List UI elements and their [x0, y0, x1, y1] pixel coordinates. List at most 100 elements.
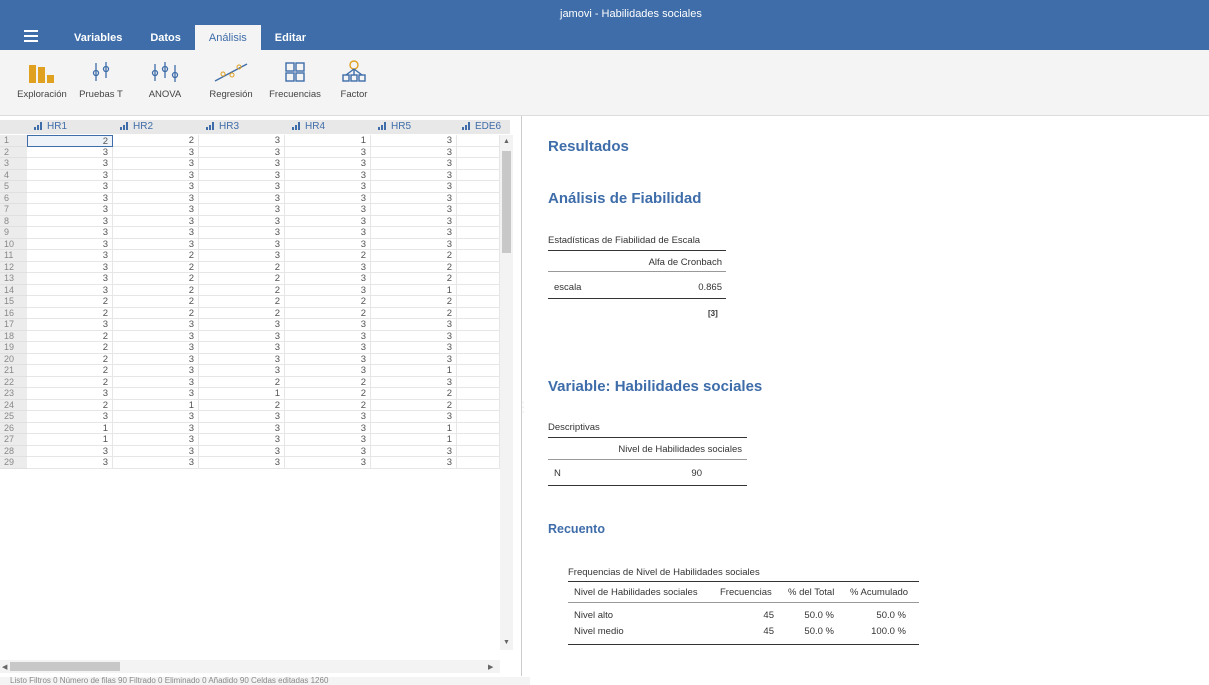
row-number[interactable]: 2 — [0, 146, 27, 158]
table-cell[interactable]: 3 — [27, 457, 113, 469]
table-cell[interactable]: 2 — [285, 307, 371, 319]
table-cell[interactable]: 3 — [113, 434, 199, 446]
hamburger-menu-icon[interactable] — [24, 30, 38, 42]
table-cell[interactable]: 3 — [113, 169, 199, 181]
table-cell[interactable] — [457, 422, 500, 434]
column-header-hr4[interactable]: HR4 — [292, 120, 325, 134]
table-cell[interactable]: 3 — [371, 135, 457, 147]
table-cell[interactable]: 3 — [285, 261, 371, 273]
row-number[interactable]: 18 — [0, 330, 27, 342]
table-cell[interactable]: 3 — [27, 273, 113, 285]
row-number[interactable]: 26 — [0, 422, 27, 434]
table-cell[interactable]: 3 — [371, 215, 457, 227]
table-cell[interactable]: 3 — [371, 376, 457, 388]
table-cell[interactable]: 3 — [199, 192, 285, 204]
table-cell[interactable]: 2 — [199, 261, 285, 273]
row-number[interactable]: 14 — [0, 284, 27, 296]
table-cell[interactable]: 2 — [113, 284, 199, 296]
table-cell[interactable]: 3 — [371, 192, 457, 204]
table-cell[interactable]: 3 — [199, 330, 285, 342]
scroll-left-icon[interactable]: ◀ — [2, 663, 7, 671]
reference-note[interactable]: [3] — [708, 309, 718, 318]
table-cell[interactable]: 3 — [27, 204, 113, 216]
table-cell[interactable] — [457, 284, 500, 296]
table-cell[interactable]: 3 — [113, 192, 199, 204]
table-cell[interactable]: 3 — [113, 204, 199, 216]
table-cell[interactable]: 3 — [285, 434, 371, 446]
table-cell[interactable]: 3 — [199, 365, 285, 377]
table-cell[interactable]: 3 — [113, 411, 199, 423]
table-cell[interactable] — [457, 273, 500, 285]
scroll-down-icon[interactable]: ▼ — [503, 639, 510, 646]
table-cell[interactable]: 3 — [285, 192, 371, 204]
table-cell[interactable] — [457, 434, 500, 446]
table-cell[interactable]: 3 — [199, 169, 285, 181]
table-cell[interactable]: 3 — [113, 365, 199, 377]
row-number[interactable]: 21 — [0, 365, 27, 377]
factor-button[interactable]: Factor — [332, 58, 376, 100]
table-cell[interactable]: 1 — [371, 284, 457, 296]
horizontal-scroll-thumb[interactable] — [10, 662, 120, 671]
table-cell[interactable]: 2 — [27, 330, 113, 342]
table-cell[interactable]: 1 — [371, 365, 457, 377]
regresion-button[interactable]: Regresión — [202, 58, 260, 100]
table-cell[interactable]: 3 — [113, 319, 199, 331]
table-cell[interactable]: 3 — [113, 330, 199, 342]
table-cell[interactable] — [457, 388, 500, 400]
table-cell[interactable] — [457, 181, 500, 193]
exploracion-button[interactable]: Exploración — [12, 58, 72, 100]
tab-analisis[interactable]: Análisis — [194, 25, 261, 50]
table-cell[interactable]: 2 — [285, 388, 371, 400]
table-cell[interactable]: 3 — [113, 342, 199, 354]
table-cell[interactable]: 2 — [285, 399, 371, 411]
table-cell[interactable]: 1 — [27, 434, 113, 446]
table-cell[interactable]: 2 — [199, 376, 285, 388]
table-cell[interactable]: 3 — [113, 238, 199, 250]
table-cell[interactable]: 2 — [113, 250, 199, 262]
table-cell[interactable]: 3 — [371, 445, 457, 457]
table-cell[interactable]: 2 — [199, 399, 285, 411]
table-cell[interactable]: 3 — [371, 342, 457, 354]
table-cell[interactable] — [457, 411, 500, 423]
row-number[interactable]: 13 — [0, 273, 27, 285]
anova-button[interactable]: ANOVA — [140, 58, 190, 100]
table-cell[interactable]: 3 — [27, 261, 113, 273]
table-cell[interactable] — [457, 376, 500, 388]
vertical-scroll-thumb[interactable] — [502, 151, 511, 253]
table-cell[interactable]: 3 — [113, 227, 199, 239]
table-cell[interactable]: 3 — [371, 353, 457, 365]
table-cell[interactable] — [457, 319, 500, 331]
table-cell[interactable]: 3 — [113, 388, 199, 400]
table-cell[interactable]: 2 — [199, 296, 285, 308]
table-cell[interactable]: 3 — [371, 319, 457, 331]
table-cell[interactable]: 3 — [113, 215, 199, 227]
table-cell[interactable]: 3 — [285, 330, 371, 342]
table-cell[interactable]: 3 — [27, 158, 113, 170]
table-cell[interactable]: 2 — [27, 353, 113, 365]
row-number[interactable]: 24 — [0, 399, 27, 411]
table-cell[interactable]: 3 — [27, 215, 113, 227]
table-cell[interactable]: 3 — [27, 146, 113, 158]
table-cell[interactable]: 2 — [371, 296, 457, 308]
tab-datos[interactable]: Datos — [136, 25, 195, 50]
table-cell[interactable]: 2 — [285, 250, 371, 262]
table-cell[interactable]: 2 — [371, 273, 457, 285]
table-cell[interactable]: 3 — [371, 158, 457, 170]
table-cell[interactable]: 3 — [27, 445, 113, 457]
row-number[interactable]: 11 — [0, 250, 27, 262]
table-cell[interactable]: 3 — [371, 204, 457, 216]
table-cell[interactable] — [457, 192, 500, 204]
table-cell[interactable]: 3 — [285, 238, 371, 250]
panel-splitter-icon[interactable]: · · · — [522, 399, 524, 416]
table-cell[interactable]: 3 — [199, 422, 285, 434]
table-cell[interactable]: 3 — [27, 192, 113, 204]
table-cell[interactable]: 3 — [199, 146, 285, 158]
table-cell[interactable]: 3 — [371, 181, 457, 193]
pruebas-t-button[interactable]: Pruebas T — [72, 58, 130, 100]
row-number[interactable]: 8 — [0, 215, 27, 227]
scroll-right-icon[interactable]: ▶ — [488, 663, 493, 671]
row-number[interactable]: 5 — [0, 181, 27, 193]
table-cell[interactable]: 3 — [113, 146, 199, 158]
table-cell[interactable]: 2 — [371, 261, 457, 273]
table-cell[interactable]: 3 — [113, 422, 199, 434]
